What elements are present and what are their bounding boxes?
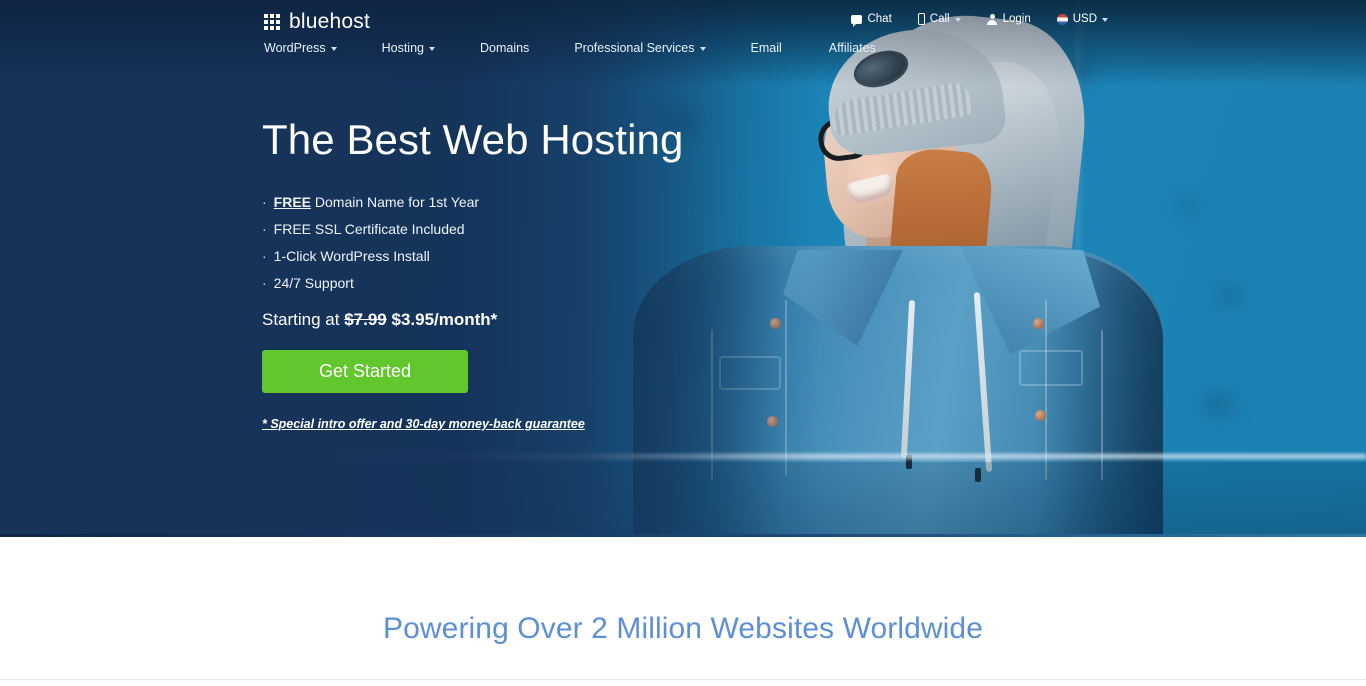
nav-item-hosting[interactable]: Hosting	[382, 41, 435, 55]
page-title: The Best Web Hosting	[262, 116, 684, 163]
list-item-text: 24/7 Support	[273, 275, 354, 292]
chevron-down-icon	[954, 18, 961, 22]
list-item-strong: FREE	[273, 194, 312, 211]
topnav-label: Login	[1002, 13, 1031, 25]
list-item: · FREE SSL Certificate Included	[262, 222, 683, 236]
nav-label: Affiliates	[828, 41, 876, 55]
us-flag-icon	[1056, 13, 1068, 25]
logo-wordmark: bluehost	[289, 10, 370, 33]
nav-item-wordpress[interactable]: WordPress	[264, 41, 337, 55]
nav-label: Professional Services	[574, 41, 695, 55]
topnav-item-call[interactable]: Call	[917, 13, 961, 25]
chat-bubble-icon	[851, 14, 863, 27]
bullet-dot: ·	[262, 221, 267, 238]
list-item-text: FREE SSL Certificate Included	[273, 221, 465, 238]
nav-label: Hosting	[381, 41, 424, 55]
nav-label: Email	[750, 41, 782, 55]
topnav-label: Call	[929, 13, 950, 25]
list-item-text: 1-Click WordPress Install	[273, 248, 430, 265]
get-started-button[interactable]: Get Started	[262, 350, 468, 394]
topnav-item-currency[interactable]: USD	[1056, 13, 1108, 25]
feature-list: · FREE Domain Name for 1st Year · FREE S…	[262, 195, 683, 290]
price-prefix: Starting at	[262, 310, 345, 330]
grid-icon	[264, 14, 280, 30]
bluehost-logo[interactable]: bluehost	[264, 10, 370, 34]
chevron-down-icon	[428, 47, 435, 51]
nav-label: WordPress	[264, 41, 326, 55]
list-item: · 1-Click WordPress Install	[262, 249, 683, 263]
section-headline: Powering Over 2 Million Websites Worldwi…	[383, 612, 983, 645]
chevron-down-icon	[330, 47, 337, 51]
pricing-line: Starting at $7.99 $3.95/month*	[262, 310, 683, 330]
nav-item-professional-services[interactable]: Professional Services	[574, 41, 706, 55]
topnav-item-login[interactable]: Login	[987, 13, 1031, 25]
list-item-text: FREE Domain Name for 1st Year	[274, 195, 479, 209]
chevron-down-icon	[1102, 18, 1108, 22]
hero-copy-block: The Best Web Hosting · FREE Domain Name …	[262, 116, 683, 433]
list-item-rest: Domain Name for 1st Year	[311, 194, 480, 211]
user-icon	[987, 13, 998, 25]
main-navigation: WordPress Hosting Domains Professional S…	[264, 41, 876, 55]
price-original: $7.99	[344, 310, 387, 330]
offer-disclaimer-link[interactable]: * Special intro offer and 30-day money-b…	[262, 417, 585, 431]
utility-navigation: Chat Call Login USD	[851, 13, 1108, 27]
bullet-dot: ·	[262, 194, 267, 211]
bullet-dot: ·	[262, 248, 267, 265]
topnav-label: USD	[1072, 13, 1097, 25]
list-item: · 24/7 Support	[262, 276, 683, 290]
hero-section: bluehost WordPress Hosting Domains Profe…	[0, 0, 1366, 537]
list-item: · FREE Domain Name for 1st Year	[262, 195, 683, 209]
phone-icon	[917, 13, 925, 25]
nav-item-email[interactable]: Email	[751, 41, 782, 55]
bullet-dot: ·	[262, 275, 267, 292]
nav-label: Domains	[479, 41, 530, 55]
nav-item-domains[interactable]: Domains	[480, 41, 529, 55]
section-divider	[0, 679, 1366, 680]
topnav-item-chat[interactable]: Chat	[851, 13, 892, 27]
topnav-label: Chat	[867, 13, 892, 25]
price-current: $3.95/month*	[386, 310, 498, 330]
nav-item-affiliates[interactable]: Affiliates	[829, 41, 876, 55]
chevron-down-icon	[699, 47, 706, 51]
social-proof-section: Powering Over 2 Million Websites Worldwi…	[0, 537, 1366, 686]
